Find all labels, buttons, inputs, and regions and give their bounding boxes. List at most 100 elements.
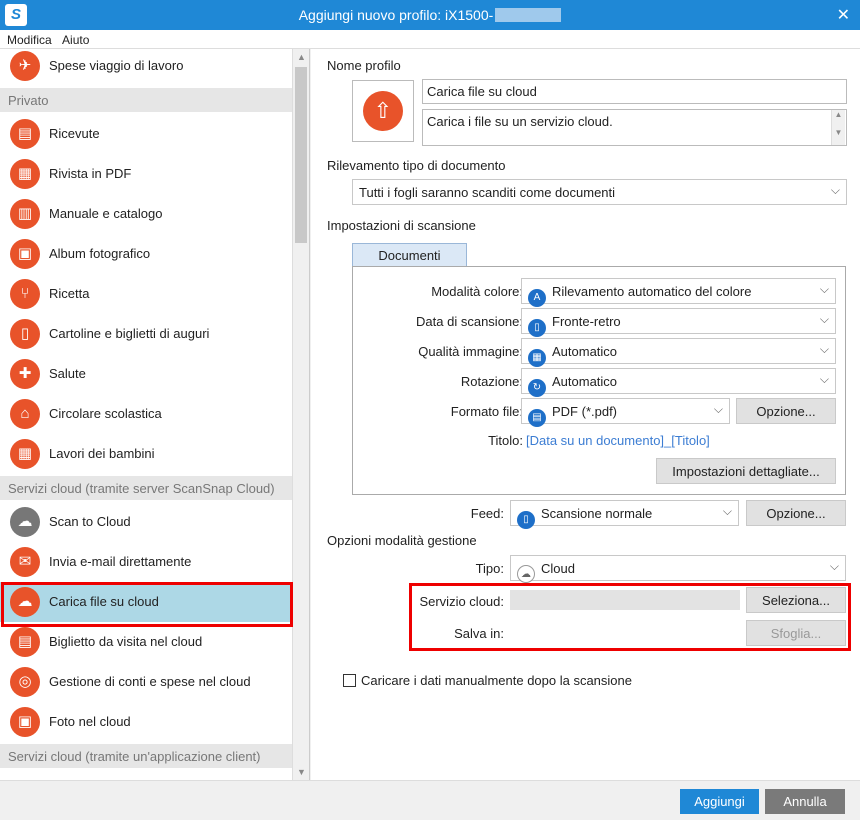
sidebar-item[interactable]: ▤ Biglietto da visita nel cloud: [0, 622, 292, 662]
scan-side-value: Fronte-retro: [552, 314, 621, 329]
manual-upload-checkbox[interactable]: [343, 674, 356, 687]
cloud-type-icon: ☁: [517, 565, 535, 583]
redacted-serial: [495, 8, 562, 22]
feed-option-button[interactable]: Opzione...: [746, 500, 846, 526]
color-auto-icon: A: [528, 289, 546, 307]
add-button[interactable]: Aggiungi: [680, 789, 759, 814]
sidebar-item-label: Ricevute: [49, 126, 100, 141]
feed-label: Feed:: [470, 506, 504, 521]
rotation-dropdown[interactable]: ↻ Automatico ⌵: [521, 368, 836, 397]
menu-aiuto[interactable]: Aiuto: [55, 30, 89, 47]
airplane-icon: ✈: [10, 51, 40, 81]
chevron-down-icon: ⌵: [819, 372, 829, 386]
sidebar-item[interactable]: ▦ Rivista in PDF: [0, 154, 292, 194]
sidebar-item-label: Foto nel cloud: [49, 714, 131, 729]
rotation-icon: ↻: [528, 379, 546, 397]
manual-upload-label: Caricare i dati manualmente dopo la scan…: [361, 673, 632, 688]
profile-description-text: Carica i file su un servizio cloud.: [427, 114, 613, 129]
rotation-value: Automatico: [552, 374, 618, 389]
sidebar-item-label: Rivista in PDF: [49, 166, 132, 181]
book-icon: ▥: [10, 199, 40, 229]
file-format-label: Formato file:: [450, 404, 523, 419]
quality-dropdown[interactable]: ▦ Automatico ⌵: [521, 338, 836, 367]
file-format-dropdown[interactable]: ▤ PDF (*.pdf) ⌵: [521, 398, 730, 427]
feed-value: Scansione normale: [541, 506, 653, 521]
cancel-button[interactable]: Annulla: [765, 789, 845, 814]
sidebar-item-label: Scan to Cloud: [49, 514, 131, 529]
sidebar-item[interactable]: ✈ Spese viaggio di lavoro: [0, 49, 292, 86]
sidebar-item[interactable]: ✉ Invia e-mail direttamente: [0, 542, 292, 582]
profile-settings-panel: Nome profilo ⇧ Carica file su cloud Cari…: [311, 49, 860, 780]
duplex-icon: ▯: [528, 319, 546, 337]
scansnap-cloud-icon: ☁: [10, 507, 40, 537]
chevron-down-icon: ⌵: [819, 312, 829, 326]
tab-documenti[interactable]: Documenti: [352, 243, 467, 267]
doc-detection-value: Tutti i fogli saranno scanditi come docu…: [359, 185, 616, 200]
magazine-icon: ▦: [10, 159, 40, 189]
sidebar-item-label: Ricetta: [49, 286, 90, 301]
highlight-selected-profile: [1, 582, 293, 627]
color-mode-label: Modalità colore:: [431, 284, 523, 299]
doc-detection-dropdown[interactable]: Tutti i fogli saranno scanditi come docu…: [352, 179, 847, 205]
sidebar-item[interactable]: ▣ Foto nel cloud: [0, 702, 292, 742]
color-mode-dropdown[interactable]: A Rilevamento automatico del colore ⌵: [521, 278, 836, 307]
menu-modifica[interactable]: Modifica: [0, 30, 52, 47]
sidebar-item-label: Cartoline e biglietti di auguri: [49, 326, 210, 341]
sidebar-item-label: Gestione di conti e spese nel cloud: [49, 674, 251, 689]
sidebar-item-label: Salute: [49, 366, 86, 381]
pdf-icon: ▤: [528, 409, 546, 427]
title-bar: S Aggiungi nuovo profilo: iX1500- ✕: [0, 0, 860, 30]
profile-name-label: Nome profilo: [327, 58, 401, 73]
profile-list-scrollbar[interactable]: ▲ ▼: [292, 49, 309, 780]
quality-auto-icon: ▦: [528, 349, 546, 367]
scan-side-label: Data di scansione:: [416, 314, 523, 329]
title-format-link[interactable]: [Data su un documento]_[Titolo]: [526, 433, 710, 448]
chevron-down-icon: ⌵: [830, 183, 840, 197]
business-card-icon: ▤: [10, 627, 40, 657]
scroll-down-icon[interactable]: ▼: [297, 767, 306, 777]
sidebar-item[interactable]: ▯ Cartoline e biglietti di auguri: [0, 314, 292, 354]
sidebar-item[interactable]: ⑂ Ricetta: [0, 274, 292, 314]
file-format-option-button[interactable]: Opzione...: [736, 398, 836, 424]
description-scrollbar[interactable]: ▲ ▼: [831, 110, 845, 145]
receipt-icon: ▤: [10, 119, 40, 149]
sidebar-item-label: Biglietto da visita nel cloud: [49, 634, 203, 649]
window-title: Aggiungi nuovo profilo: iX1500-: [0, 7, 860, 23]
sidebar-item[interactable]: ▣ Album fotografico: [0, 234, 292, 274]
doc-detection-label: Rilevamento tipo di documento: [327, 158, 506, 173]
sidebar-item[interactable]: ◎ Gestione di conti e spese nel cloud: [0, 662, 292, 702]
quality-value: Automatico: [552, 344, 618, 359]
sidebar-item[interactable]: ☁ Scan to Cloud: [0, 502, 292, 542]
email-icon: ✉: [10, 547, 40, 577]
scan-side-dropdown[interactable]: ▯ Fronte-retro ⌵: [521, 308, 836, 337]
sidebar-group-header: Privato: [0, 88, 292, 112]
sidebar-item[interactable]: ▥ Manuale e catalogo: [0, 194, 292, 234]
sidebar-item[interactable]: ▦ Lavori dei bambini: [0, 434, 292, 474]
type-value: Cloud: [541, 561, 575, 576]
sidebar-item[interactable]: ▤ Ricevute: [0, 114, 292, 154]
sidebar-item-label: Manuale e catalogo: [49, 206, 163, 221]
sidebar-item[interactable]: ✚ Salute: [0, 354, 292, 394]
scroll-up-icon[interactable]: ▲: [297, 52, 306, 62]
close-icon[interactable]: ✕: [837, 5, 850, 25]
photo-icon: ▣: [10, 707, 40, 737]
cloud-upload-icon: ⇧: [363, 91, 403, 131]
detailed-settings-button[interactable]: Impostazioni dettagliate...: [656, 458, 836, 484]
scroll-thumb[interactable]: [295, 67, 307, 243]
sidebar-item-label: Invia e-mail direttamente: [49, 554, 192, 569]
profile-description-input[interactable]: Carica i file su un servizio cloud. ▲ ▼: [422, 109, 847, 146]
fork-knife-icon: ⑂: [10, 279, 40, 309]
sidebar-item-label: Circolare scolastica: [49, 406, 162, 421]
type-dropdown[interactable]: ☁ Cloud ⌵: [510, 555, 846, 583]
sidebar-item[interactable]: ⌂ Circolare scolastica: [0, 394, 292, 434]
type-label: Tipo:: [475, 561, 504, 576]
chevron-down-icon: ⌵: [819, 282, 829, 296]
feed-dropdown[interactable]: ▯ Scansione normale ⌵: [510, 500, 739, 529]
rotation-label: Rotazione:: [460, 374, 523, 389]
school-icon: ⌂: [10, 399, 40, 429]
calendar-icon: ▦: [10, 439, 40, 469]
hospital-icon: ✚: [10, 359, 40, 389]
profile-icon-button[interactable]: ⇧: [352, 80, 414, 142]
profile-name-input[interactable]: Carica file su cloud: [422, 79, 847, 104]
coins-icon: ◎: [10, 667, 40, 697]
